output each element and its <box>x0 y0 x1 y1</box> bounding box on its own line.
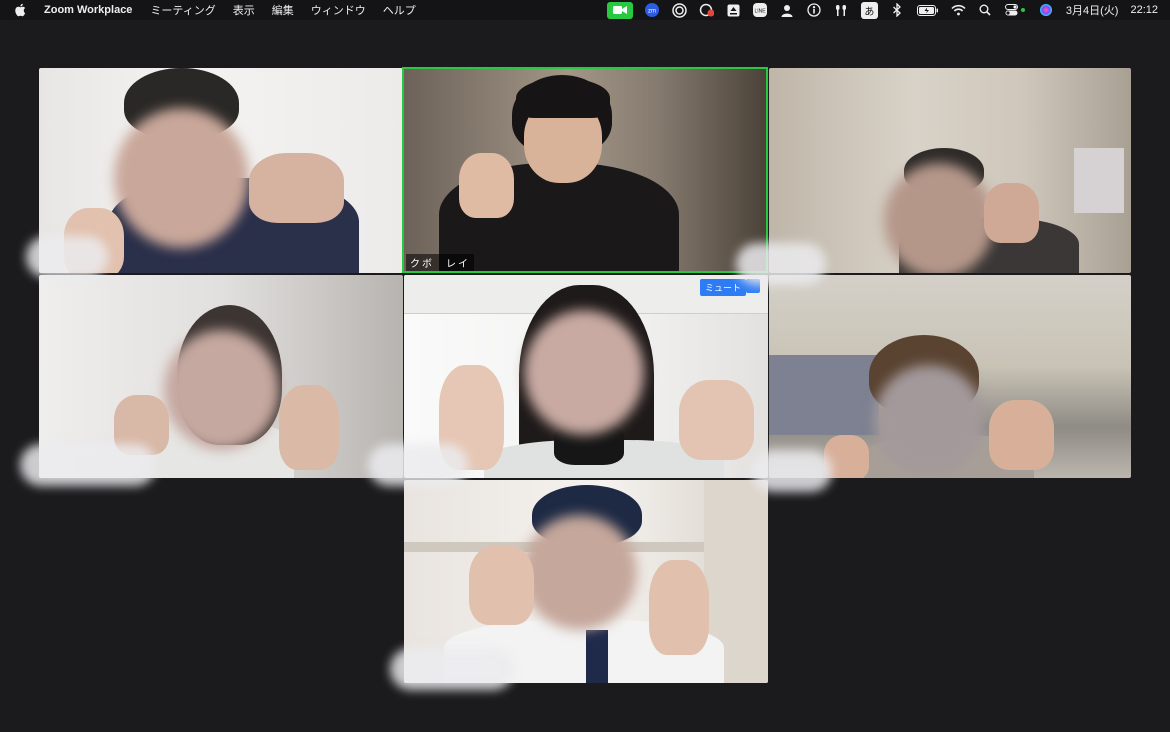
participant-hand <box>279 385 339 470</box>
active-speaker-video-tile[interactable]: クボ レイ <box>404 68 768 273</box>
blurred-name-label <box>20 444 156 486</box>
participant-hand <box>459 153 514 218</box>
clock-date[interactable]: 3月4日(火) <box>1066 2 1119 18</box>
menu-window[interactable]: ウィンドウ <box>311 2 366 18</box>
blurred-face <box>164 330 279 450</box>
blurred-name-label <box>26 236 108 278</box>
user-icon[interactable] <box>780 3 795 18</box>
app-name-menu[interactable]: Zoom Workplace <box>44 4 132 16</box>
participant-hand <box>469 545 534 625</box>
clock-time[interactable]: 22:12 <box>1130 4 1158 16</box>
control-center-icon[interactable] <box>1004 3 1027 18</box>
bluetooth-icon[interactable] <box>890 3 905 18</box>
blurred-name-label <box>736 243 826 285</box>
menu-view[interactable]: 表示 <box>233 2 255 18</box>
participant-name-tag: クボ レイ <box>406 254 474 271</box>
menu-meeting[interactable]: ミーティング <box>150 2 215 18</box>
room-shelf <box>769 355 879 435</box>
menu-bar: Zoom Workplace ミーティング 表示 編集 ウィンドウ ヘルプ zm… <box>0 0 1170 20</box>
menu-edit[interactable]: 編集 <box>272 2 294 18</box>
screen-record-icon[interactable] <box>672 2 687 18</box>
participant-bangs <box>516 78 610 118</box>
blurred-face <box>114 108 249 248</box>
blurred-name-label <box>752 450 832 492</box>
participant-hand <box>989 400 1054 470</box>
siri-icon[interactable] <box>1039 3 1054 18</box>
mute-button[interactable]: ミュート <box>700 279 747 296</box>
zoom-app-icon[interactable]: zm <box>645 3 660 18</box>
zoom-video-icon[interactable] <box>606 1 633 19</box>
blurred-face <box>874 365 984 475</box>
input-method-icon[interactable]: あ <box>860 1 878 19</box>
menu-help[interactable]: ヘルプ <box>383 2 416 18</box>
participant-hand <box>679 380 754 460</box>
svg-text:zm: zm <box>648 9 656 15</box>
apple-icon[interactable] <box>14 2 28 18</box>
blurred-face <box>884 163 994 273</box>
blurred-face <box>524 310 644 435</box>
participant-hand <box>249 153 344 223</box>
participant-hand <box>649 560 709 655</box>
zoom-meeting-window: クボ レイ ミュート <box>6 20 1164 732</box>
participant-video-tile[interactable] <box>769 68 1131 273</box>
wall-poster <box>1074 148 1124 213</box>
svg-text:LINE: LINE <box>755 9 767 15</box>
blurred-name-label <box>368 444 468 486</box>
accessibility-icon[interactable] <box>807 3 822 18</box>
upload-icon[interactable] <box>726 3 741 18</box>
participant-video-tile[interactable] <box>769 275 1131 478</box>
spotlight-icon[interactable] <box>978 3 993 18</box>
airpods-icon[interactable] <box>834 3 849 18</box>
participant-tie <box>586 630 608 683</box>
blurred-face <box>522 515 637 630</box>
battery-icon[interactable] <box>916 3 939 18</box>
line-icon[interactable]: LINE <box>753 3 768 18</box>
wifi-icon[interactable] <box>951 3 966 18</box>
participant-hand <box>984 183 1039 243</box>
blurred-name-label <box>390 648 514 690</box>
stats-icon[interactable] <box>699 3 714 18</box>
